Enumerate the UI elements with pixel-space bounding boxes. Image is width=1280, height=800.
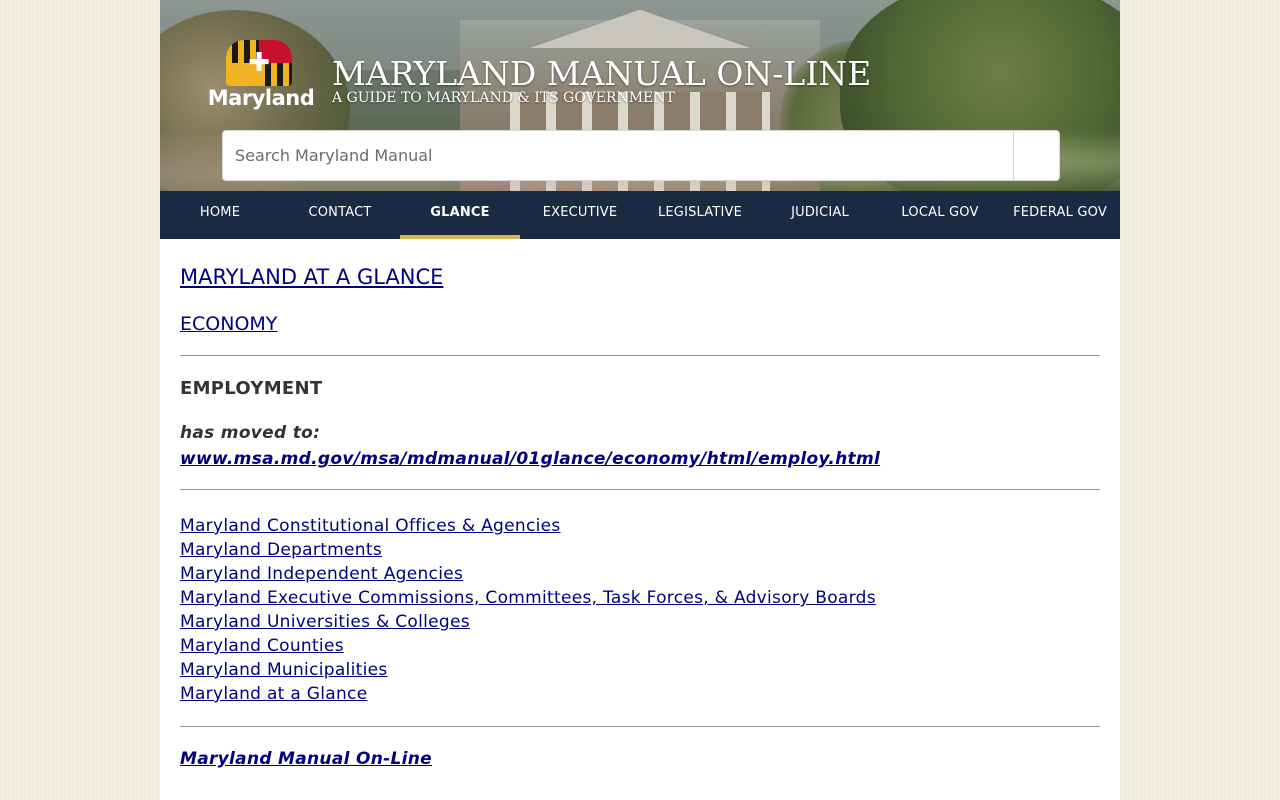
divider [180, 355, 1100, 356]
divider [180, 726, 1100, 727]
moved-notice: has moved to: [180, 423, 321, 443]
search-button[interactable] [1013, 131, 1059, 180]
link-executive-commissions[interactable]: Maryland Executive Commissions, Committe… [180, 586, 1100, 610]
maryland-at-a-glance-link[interactable]: MARYLAND AT A GLANCE [180, 265, 1100, 289]
site-subtitle: A GUIDE TO MARYLAND & ITS GOVERNMENT [332, 90, 675, 106]
nav-item-contact[interactable]: CONTACT [280, 191, 400, 239]
section-title: EMPLOYMENT [180, 378, 323, 399]
header-banner: ✚ Maryland MARYLAND MANUAL ON-LINE A GUI… [160, 0, 1120, 191]
search-input[interactable] [223, 131, 1013, 180]
link-counties[interactable]: Maryland Counties [180, 634, 1100, 658]
maryland-manual-online-link[interactable]: Maryland Manual On-Line [180, 749, 1100, 769]
link-maryland-at-a-glance[interactable]: Maryland at a Glance [180, 682, 1100, 706]
maryland-flag-icon: ✚ [226, 40, 292, 86]
nav-item-judicial[interactable]: JUDICIAL [760, 191, 880, 239]
main-content: MARYLAND AT A GLANCE ECONOMY EMPLOYMENT … [160, 239, 1120, 769]
link-municipalities[interactable]: Maryland Municipalities [180, 658, 1100, 682]
divider [180, 489, 1100, 490]
related-links: Maryland Constitutional Offices & Agenci… [180, 514, 1100, 706]
nav-item-executive[interactable]: EXECUTIVE [520, 191, 640, 239]
link-independent-agencies[interactable]: Maryland Independent Agencies [180, 562, 1100, 586]
link-universities[interactable]: Maryland Universities & Colleges [180, 610, 1100, 634]
site-title: MARYLAND MANUAL ON-LINE [332, 54, 872, 93]
link-constitutional-offices[interactable]: Maryland Constitutional Offices & Agenci… [180, 514, 1100, 538]
logo-wordmark: Maryland [207, 86, 315, 110]
nav-item-legislative[interactable]: LEGISLATIVE [640, 191, 760, 239]
nav-item-glance[interactable]: GLANCE [400, 191, 520, 239]
maryland-logo[interactable]: ✚ Maryland [206, 40, 316, 112]
nav-item-federal-gov[interactable]: FEDERAL GOV [1000, 191, 1120, 239]
link-departments[interactable]: Maryland Departments [180, 538, 1100, 562]
search-box [222, 130, 1060, 181]
nav-item-local-gov[interactable]: LOCAL GOV [880, 191, 1000, 239]
moved-url-link[interactable]: www.msa.md.gov/msa/mdmanual/01glance/eco… [180, 449, 1100, 469]
economy-link[interactable]: ECONOMY [180, 313, 1100, 335]
main-nav: HOME CONTACT GLANCE EXECUTIVE LEGISLATIV… [160, 191, 1120, 239]
nav-item-home[interactable]: HOME [160, 191, 280, 239]
page: ✚ Maryland MARYLAND MANUAL ON-LINE A GUI… [160, 0, 1120, 800]
